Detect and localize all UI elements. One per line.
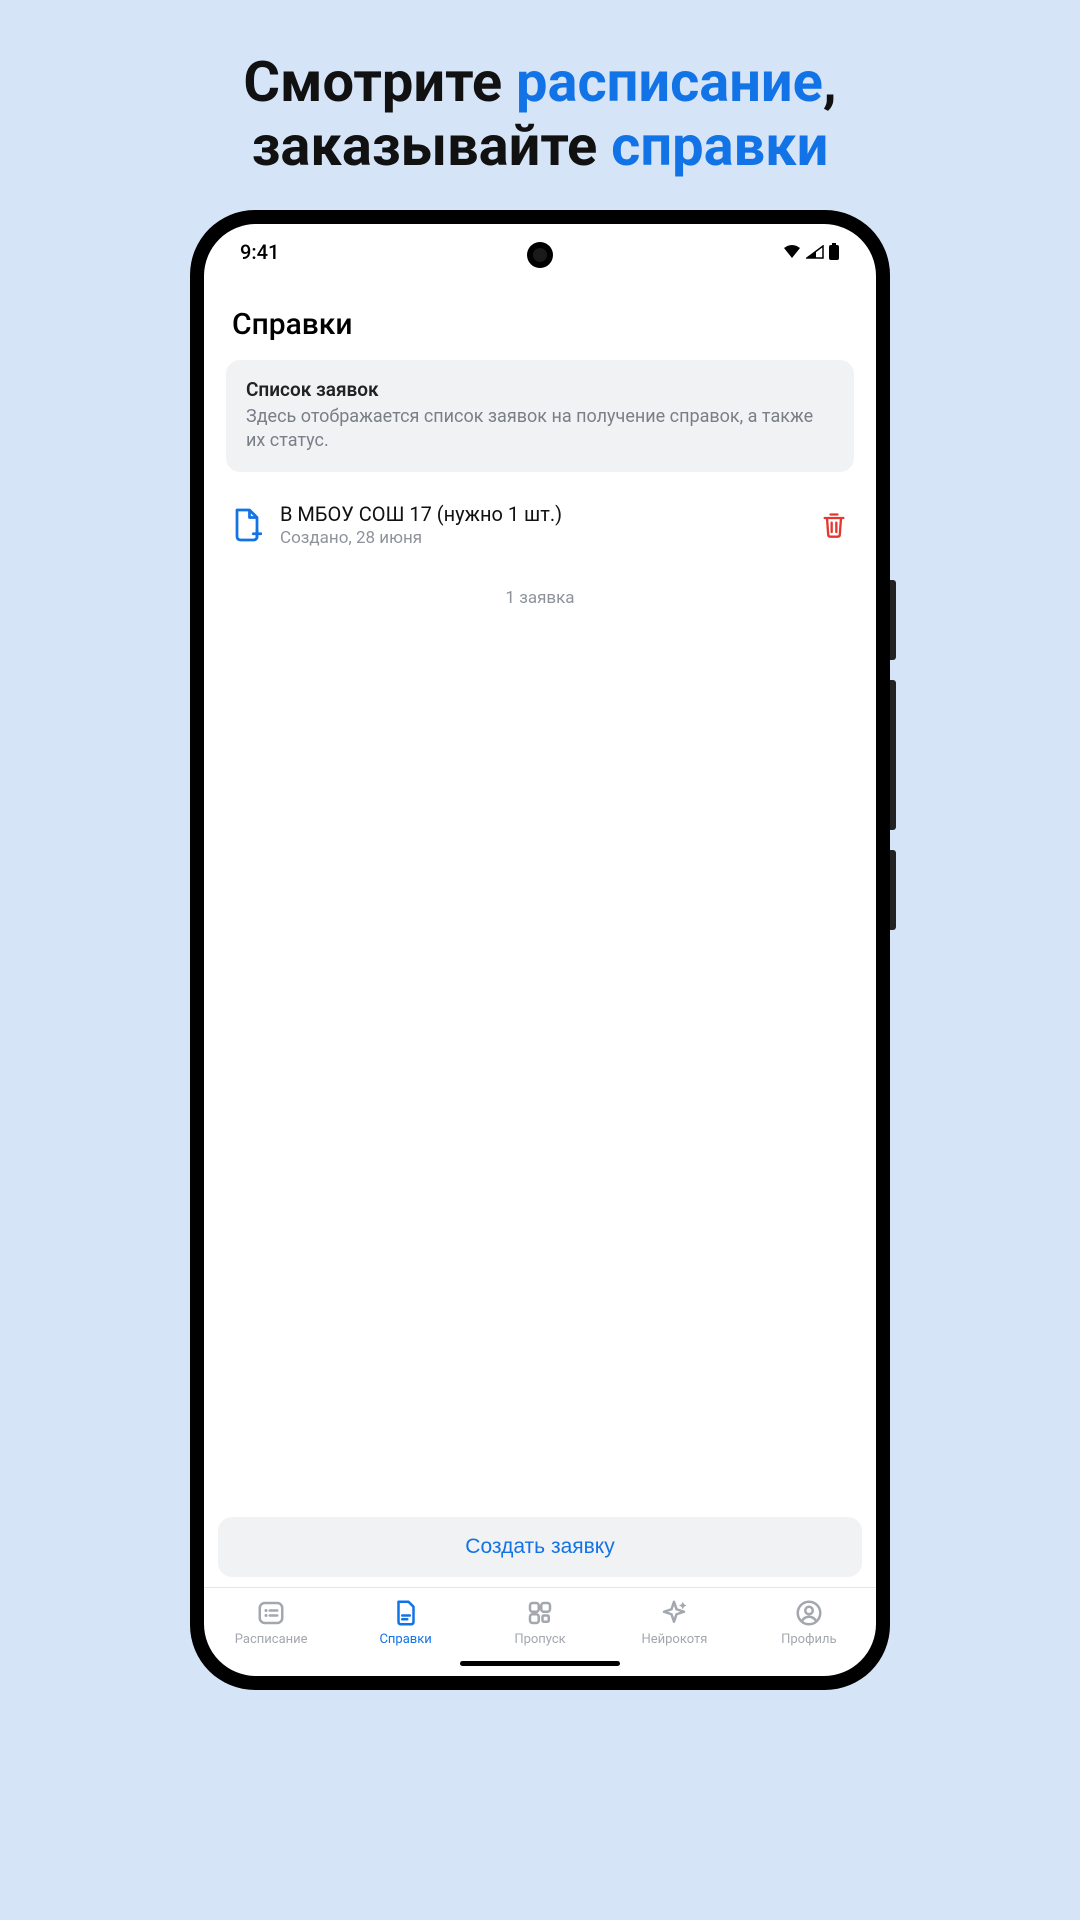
info-card: Список заявок Здесь отображается список … (226, 360, 854, 472)
phone-mockup: 9:41 Справки Список заявок Здесь отображ… (190, 210, 890, 1690)
nav-profile[interactable]: Профиль (742, 1598, 876, 1647)
sparkle-icon (659, 1598, 689, 1628)
trash-icon[interactable] (820, 511, 848, 539)
qr-icon (525, 1598, 555, 1628)
request-item[interactable]: В МБОУ СОШ 17 (нужно 1 шт.) Создано, 28 … (204, 486, 876, 564)
wifi-icon (782, 244, 802, 260)
request-title: В МБОУ СОШ 17 (нужно 1 шт.) (280, 502, 802, 526)
side-button (890, 580, 896, 660)
promo-headline: Смотрите расписание, заказывайте справки (0, 0, 1080, 179)
nav-neurocat[interactable]: Нейрокотя (607, 1598, 741, 1647)
page-title: Справки (204, 279, 876, 360)
requests-count: 1 заявка (204, 588, 876, 608)
battery-icon (828, 243, 840, 261)
clock: 9:41 (240, 240, 279, 264)
side-button (890, 680, 896, 830)
signal-icon (806, 245, 824, 259)
nav-schedule[interactable]: Расписание (204, 1598, 338, 1647)
nav-certificates[interactable]: Справки (338, 1598, 472, 1647)
home-indicator[interactable] (460, 1661, 620, 1666)
info-card-title: Список заявок (246, 378, 834, 401)
document-add-icon (232, 507, 262, 543)
document-icon (391, 1598, 421, 1628)
list-icon (256, 1598, 286, 1628)
profile-icon (794, 1598, 824, 1628)
side-button (890, 850, 896, 930)
nav-label: Пропуск (514, 1632, 565, 1647)
nav-label: Расписание (235, 1632, 308, 1647)
front-camera (527, 242, 553, 268)
request-subtitle: Создано, 28 июня (280, 528, 802, 548)
create-request-button[interactable]: Создать заявку (218, 1517, 862, 1577)
info-card-description: Здесь отображается список заявок на полу… (246, 405, 834, 454)
nav-label: Профиль (781, 1632, 837, 1647)
bottom-nav: Расписание Справки Пропуск Нейрокотя Про… (204, 1587, 876, 1655)
nav-label: Нейрокотя (641, 1632, 707, 1647)
nav-label: Справки (379, 1632, 431, 1647)
nav-pass[interactable]: Пропуск (473, 1598, 607, 1647)
